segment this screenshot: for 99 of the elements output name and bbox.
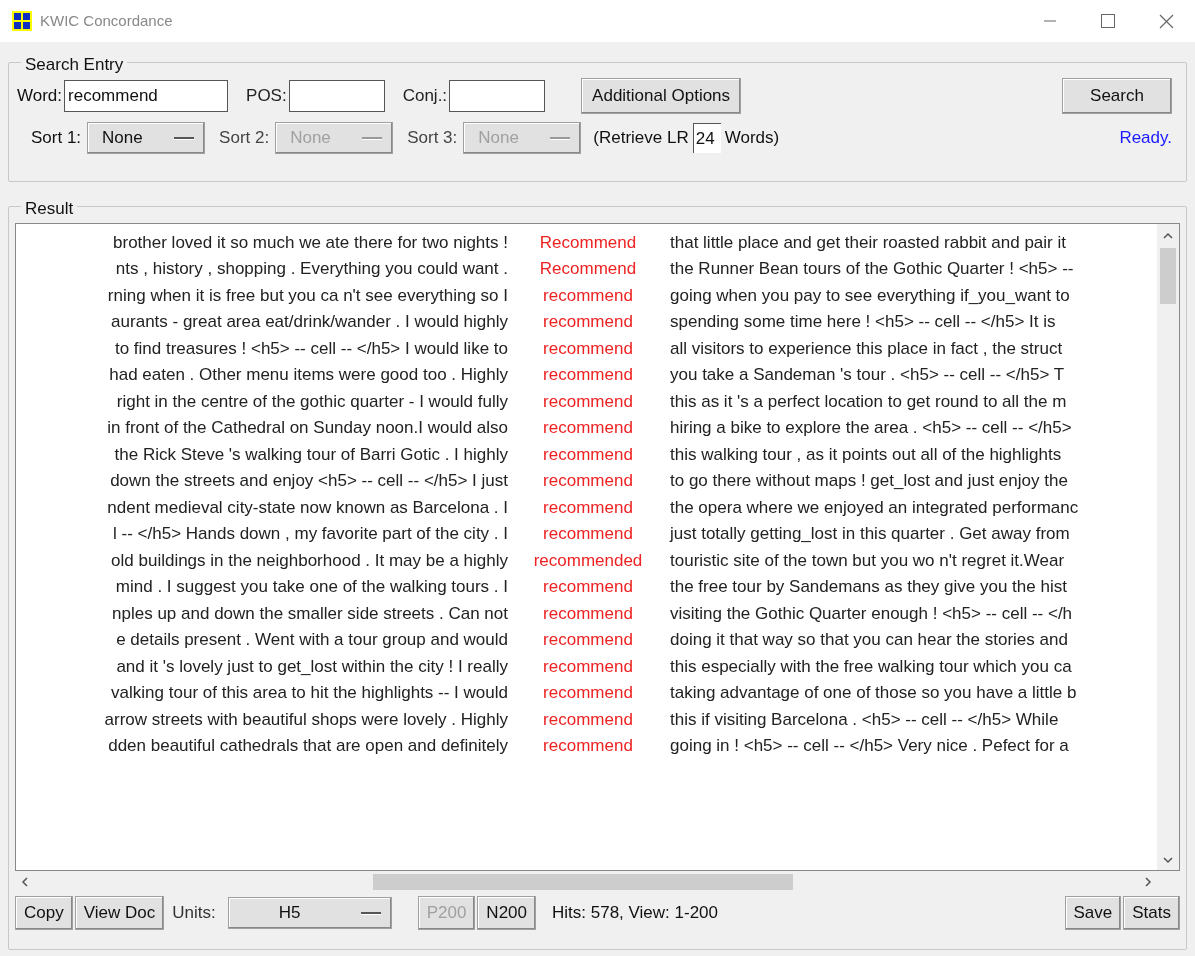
left-context: to find treasures ! <h5> -- cell -- </h5> I would like to [114, 337, 508, 360]
right-context: this especially with the free walking tour which you ca [670, 656, 1072, 676]
right-context: spending some time here ! <h5> -- cell -- </h5> It is [670, 312, 1056, 331]
left-context: down the streets and enjoy <h5> -- cell -- </h5> I just [110, 470, 508, 492]
keyword: recommend [543, 523, 633, 545]
field-label: POS: [246, 85, 287, 108]
left-context: arrow streets with beautiful shops were lovely . Highly [104, 708, 508, 731]
keyword: recommend [543, 470, 633, 492]
right-context: going in ! <h5> -- cell -- </h5> Very nice . Pefect for a [670, 736, 1069, 755]
conj-field[interactable] [449, 80, 546, 112]
save-button[interactable]: Save [1064, 896, 1122, 930]
right-context: taking advantage of one of those so you have a little b [670, 683, 1077, 702]
window-title: KWIC Concordance [40, 10, 173, 31]
close-icon [1158, 13, 1174, 29]
left-context: right in the centre of the gothic quarter - I would fully [116, 390, 508, 413]
search-button[interactable]: Search [1062, 78, 1172, 114]
scroll-down-icon [1163, 856, 1173, 864]
left-context: brother loved it so much we ate there for two nights ! [113, 231, 508, 254]
keyword: recommended [533, 549, 643, 572]
right-context: that little place and get their roasted rabbit and pair it [670, 232, 1066, 252]
scroll-thumb[interactable] [373, 874, 793, 890]
stats-button[interactable]: Stats [1123, 896, 1180, 930]
keyword: recommend [543, 311, 633, 333]
vertical-scrollbar[interactable] [1157, 224, 1179, 870]
app-icon [12, 11, 32, 31]
copy-button[interactable]: Copy [15, 896, 73, 930]
units-dropdown[interactable]: H5 [227, 897, 392, 929]
view-doc-button[interactable]: View Doc [74, 896, 165, 930]
keyword: recommend [543, 364, 633, 386]
keyword: recommend [543, 682, 633, 704]
keyword: recommend [543, 629, 633, 651]
field-label: Conj.: [402, 85, 448, 108]
additional-options-button[interactable]: Additional Options [581, 78, 742, 114]
right-context: you take a Sandeman 's tour . <h5> -- cell -- </h5> T [670, 365, 1065, 384]
hits-text: Hits: 578, View: 1-200 [552, 902, 718, 925]
right-context: the free tour by Sandemans as they give you the hist [670, 577, 1067, 596]
scroll-right-icon [1144, 877, 1152, 887]
right-context: touristic site of the town but you wo n't regret it.Wear [670, 550, 1065, 570]
right-context: to go there without maps ! get_lost and just enjoy the [670, 471, 1068, 490]
keyword: recommend [543, 443, 633, 466]
left-context: in front of the Cathedral on Sunday noon.I would also [107, 417, 508, 439]
left-context: and it 's lovely just to get_lost within the city ! I really [116, 655, 508, 678]
sort-label: Sort 3: [407, 127, 458, 150]
left-context: rning when it is free but you ca n't see everything so I [107, 284, 508, 307]
status-text: Ready. [1119, 127, 1172, 150]
keyword: recommend [543, 284, 633, 307]
left-context: nts , history , shopping . Everything you could want . [115, 258, 508, 280]
right-context: just totally getting_lost in this quarter . Get away from [670, 524, 1070, 543]
left-context: aurants - great area eat/drink/wander . I would highly [111, 311, 508, 333]
page-button[interactable]: N200 [477, 896, 536, 930]
right-context: this as it 's a perfect location to get round to all the m [670, 391, 1067, 411]
right-context: doing it that way so that you can hear the stories and [670, 630, 1068, 649]
right-context: this walking tour , as it points out all of the highlights [670, 444, 1062, 464]
scroll-left-icon [21, 877, 29, 887]
left-context: l -- </h5> Hands down , my favorite part of the city . I [113, 523, 508, 545]
left-context: nples up and down the smaller side streets . Can not [112, 602, 508, 625]
keyword: recommend [543, 390, 633, 413]
left-context: e details present . Went with a tour group and would [116, 629, 508, 651]
keyword: recommend [543, 496, 633, 519]
pos-field[interactable] [288, 80, 385, 112]
keyword: recommend [543, 655, 633, 678]
keyword: Recommend [539, 231, 637, 254]
retrieve-field[interactable]: 24 [692, 123, 721, 153]
keyword: Recommend [539, 258, 637, 280]
right-context: this if visiting Barcelona . <h5> -- cell -- </h5> While [670, 709, 1059, 729]
keyword: recommend [543, 576, 633, 598]
keyword: recommend [543, 708, 633, 731]
sort-dropdown[interactable]: None [87, 122, 206, 154]
sort-label: Sort 2: [219, 127, 270, 150]
keyword: recommend [543, 417, 633, 439]
left-context: the Rick Steve 's walking tour of Barri Gotic . I highly [114, 443, 508, 466]
retrieve-label: (Retrieve LR [593, 127, 689, 150]
left-context: had eaten . Other menu items were good too . Highly [109, 364, 508, 386]
keyword: recommend [543, 602, 633, 625]
right-context: hiring a bike to explore the area . <h5> -- cell -- </h5> [670, 418, 1072, 437]
right-context: going when you pay to see everything if_you_want to [670, 285, 1070, 305]
units-label: Units: [172, 902, 216, 925]
maximize-icon [1101, 14, 1115, 28]
dropdown-indicator-icon [360, 911, 381, 915]
dropdown-indicator-icon [550, 136, 571, 140]
left-context: mind . I suggest you take one of the walking tours . I [115, 576, 508, 598]
left-context: old buildings in the neighborhood . It may be a highly [111, 549, 508, 572]
left-context: dden beautiful cathedrals that are open and definitely [108, 735, 508, 757]
scroll-thumb[interactable] [1160, 248, 1176, 304]
right-context: the opera where we enjoyed an integrated performanc [670, 497, 1079, 517]
field-label: Word: [17, 85, 63, 108]
sort-label: Sort 1: [31, 127, 82, 150]
right-context: visiting the Gothic Quarter enough ! <h5> -- cell -- </h [670, 603, 1073, 623]
right-context: all visitors to experience this place in fact , the struct [670, 338, 1063, 358]
left-context: ndent medieval city-state now known as Barcelona . I [107, 496, 508, 519]
left-context: valking tour of this area to hit the highlights -- I would [111, 682, 508, 704]
dropdown-indicator-icon [174, 136, 195, 140]
keyword: recommend [543, 337, 633, 360]
keyword: recommend [543, 735, 633, 757]
retrieve-label: Words) [724, 127, 780, 150]
right-context: the Runner Bean tours of the Gothic Quarter ! <h5> -- [670, 259, 1074, 278]
dropdown-indicator-icon [362, 136, 383, 140]
scroll-up-icon [1163, 232, 1173, 240]
word-field[interactable]: recommend [64, 80, 229, 112]
